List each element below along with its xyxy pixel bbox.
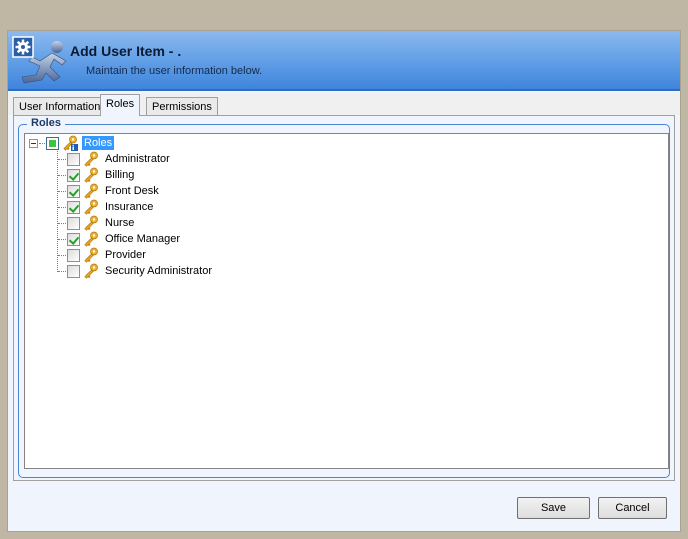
role-checkbox[interactable]	[67, 184, 80, 198]
tab-roles[interactable]: Roles	[100, 94, 141, 116]
tree-root-label[interactable]: Roles	[82, 136, 115, 150]
role-label[interactable]: Provider	[103, 248, 148, 262]
role-checkbox[interactable]	[67, 232, 80, 246]
tree-node-role[interactable]: Nurse	[67, 215, 136, 231]
tree-node-role[interactable]: Administrator	[67, 151, 172, 167]
tree-node-role[interactable]: Provider	[67, 247, 148, 263]
role-checkbox[interactable]	[67, 248, 80, 262]
role-label[interactable]: Insurance	[103, 200, 155, 214]
tree-connector	[58, 191, 66, 192]
running-person-gear-icon	[12, 36, 67, 84]
tree-connector	[58, 223, 66, 224]
tree-root-node[interactable]: Roles	[29, 135, 115, 151]
tab-strip: User Information Roles Permissions	[8, 93, 680, 116]
tree-node-role[interactable]: Front Desk	[67, 183, 161, 199]
key-icon	[84, 247, 98, 263]
groupbox-legend: Roles	[27, 117, 65, 129]
tree-connector	[58, 159, 66, 160]
tab-permissions[interactable]: Permissions	[146, 97, 218, 116]
tree-connector	[58, 207, 66, 208]
key-icon	[84, 215, 98, 231]
role-label[interactable]: Administrator	[103, 152, 172, 166]
tree-node-role[interactable]: Security Administrator	[67, 263, 214, 279]
role-checkbox[interactable]	[67, 152, 80, 166]
dialog-title: Add User Item - .	[70, 43, 182, 59]
tree-connector	[58, 271, 66, 272]
tab-user-information[interactable]: User Information	[13, 97, 107, 116]
dialog-subtitle: Maintain the user information below.	[86, 65, 263, 77]
roles-tree[interactable]: Roles Administrator Billing Front Desk Insu…	[24, 133, 669, 469]
role-label[interactable]: Nurse	[103, 216, 136, 230]
key-icon	[84, 151, 98, 167]
key-icon	[84, 263, 98, 279]
role-checkbox[interactable]	[67, 216, 80, 230]
roles-groupbox: Roles Roles Administrator Billing Front …	[18, 117, 670, 478]
role-label[interactable]: Front Desk	[103, 184, 161, 198]
role-checkbox[interactable]	[67, 168, 80, 182]
key-icon	[84, 199, 98, 215]
tree-connector	[58, 255, 66, 256]
tree-connector	[58, 239, 66, 240]
roles-tab-panel: Roles Roles Administrator Billing Front …	[13, 115, 675, 481]
key-group-icon	[63, 135, 78, 151]
tree-connector	[57, 151, 58, 272]
role-label[interactable]: Office Manager	[103, 232, 182, 246]
tree-connector	[58, 175, 66, 176]
tree-node-role[interactable]: Billing	[67, 167, 136, 183]
tree-node-role[interactable]: Office Manager	[67, 231, 182, 247]
root-checkbox[interactable]	[46, 136, 59, 150]
save-button[interactable]: Save	[517, 497, 590, 519]
key-icon	[84, 231, 98, 247]
key-icon	[84, 167, 98, 183]
dialog-header: Add User Item - . Maintain the user info…	[8, 31, 680, 91]
cancel-button[interactable]: Cancel	[598, 497, 667, 519]
role-label[interactable]: Security Administrator	[103, 264, 214, 278]
role-checkbox[interactable]	[67, 264, 80, 278]
add-user-dialog: Add User Item - . Maintain the user info…	[7, 30, 681, 532]
role-checkbox[interactable]	[67, 200, 80, 214]
key-icon	[84, 183, 98, 199]
role-label[interactable]: Billing	[103, 168, 136, 182]
collapse-toggle[interactable]	[29, 138, 38, 148]
tree-node-role[interactable]: Insurance	[67, 199, 155, 215]
